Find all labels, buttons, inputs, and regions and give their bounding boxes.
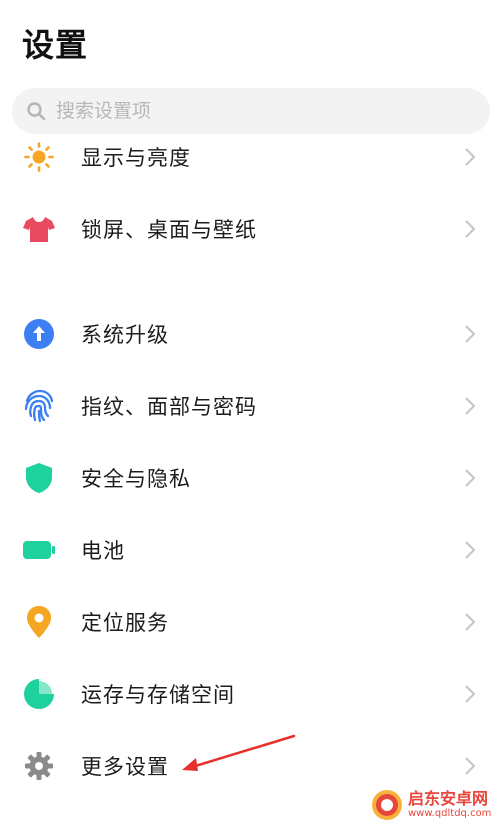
settings-item-security[interactable]: 安全与隐私 xyxy=(0,442,500,514)
pie-chart-icon xyxy=(22,677,56,711)
settings-item-update[interactable]: 系统升级 xyxy=(0,298,500,370)
chevron-right-icon xyxy=(463,146,477,168)
sun-icon xyxy=(22,140,56,174)
arrow-up-circle-icon xyxy=(22,317,56,351)
settings-item-label: 显示与亮度 xyxy=(81,146,191,170)
shield-icon xyxy=(22,461,56,495)
chevron-right-icon xyxy=(463,323,477,345)
settings-item-label: 指纹、面部与密码 xyxy=(81,395,257,419)
page-title: 设置 xyxy=(22,26,89,64)
location-pin-icon xyxy=(22,605,56,639)
settings-item-lockscreen[interactable]: 锁屏、桌面与壁纸 xyxy=(0,193,500,265)
settings-item-label: 系统升级 xyxy=(81,323,169,347)
watermark-name: 启东安卓网 xyxy=(408,789,489,808)
watermark: 启东安卓网 www.qdltdq.com xyxy=(370,784,500,826)
tshirt-icon xyxy=(22,212,56,246)
chevron-right-icon xyxy=(463,467,477,489)
settings-item-location[interactable]: 定位服务 xyxy=(0,586,500,658)
gear-icon xyxy=(22,749,56,783)
settings-item-storage[interactable]: 运存与存储空间 xyxy=(0,658,500,730)
battery-icon xyxy=(22,533,56,567)
chevron-right-icon xyxy=(463,218,477,240)
search-icon xyxy=(26,101,46,121)
chevron-right-icon xyxy=(463,611,477,633)
settings-item-display[interactable]: 显示与亮度 xyxy=(0,121,500,193)
settings-item-label: 更多设置 xyxy=(81,755,169,779)
search-input[interactable] xyxy=(56,100,436,122)
watermark-logo-icon xyxy=(372,790,402,820)
chevron-right-icon xyxy=(463,683,477,705)
chevron-right-icon xyxy=(463,395,477,417)
settings-item-label: 锁屏、桌面与壁纸 xyxy=(81,218,257,242)
settings-item-battery[interactable]: 电池 xyxy=(0,514,500,586)
settings-item-fingerprint[interactable]: 指纹、面部与密码 xyxy=(0,370,500,442)
fingerprint-icon xyxy=(22,389,56,423)
watermark-url: www.qdltdq.com xyxy=(408,808,492,819)
settings-item-label: 安全与隐私 xyxy=(81,467,191,491)
settings-item-label: 运存与存储空间 xyxy=(81,683,235,707)
settings-item-label: 定位服务 xyxy=(81,611,169,635)
chevron-right-icon xyxy=(463,755,477,777)
chevron-right-icon xyxy=(463,539,477,561)
settings-item-label: 电池 xyxy=(81,539,125,563)
